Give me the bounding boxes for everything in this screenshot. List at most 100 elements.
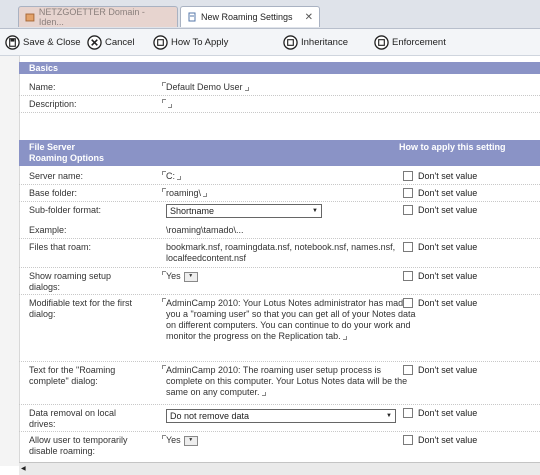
server-name-dont-set[interactable]: Don't set value [403, 171, 477, 181]
dont-set-label: Don't set value [418, 365, 478, 375]
chevron-down-icon[interactable]: ▼ [309, 205, 321, 217]
files-row: Files that roam: bookmark.nsf, roamingda… [19, 239, 540, 268]
subfolder-value: Shortname [170, 206, 215, 216]
files-dont-set[interactable]: Don't set value [403, 242, 477, 252]
dropdown-icon[interactable]: ▼ [183, 271, 198, 282]
allow-disable-row: Allow user to temporarily disable roamin… [19, 432, 540, 460]
inheritance-label: Inheritance [301, 36, 349, 48]
enforcement-button[interactable]: Enforcement [374, 33, 446, 51]
data-removal-value: Do not remove data [170, 411, 250, 421]
checkbox[interactable] [403, 365, 413, 375]
description-row: Description: [19, 96, 540, 113]
enforcement-label: Enforcement [392, 36, 446, 48]
action-toolbar: Save & Close Cancel How To Apply Inherit… [0, 29, 540, 56]
show-dialogs-dont-set[interactable]: Don't set value [403, 271, 477, 281]
subfolder-select[interactable]: Shortname ▼ [166, 204, 322, 218]
first-dialog-dont-set[interactable]: Don't set value [403, 298, 477, 308]
complete-dialog-field[interactable]: AdminCamp 2010: The roaming user setup p… [162, 365, 416, 398]
cancel-button[interactable]: Cancel [87, 33, 135, 51]
database-icon [25, 13, 35, 22]
checkbox[interactable] [403, 298, 413, 308]
field-start-marker [162, 171, 166, 175]
allow-disable-label: Allow user to temporarily disable roamin… [29, 435, 128, 456]
description-field[interactable] [162, 99, 416, 110]
field-start-marker [162, 435, 166, 439]
inheritance-button[interactable]: Inheritance [283, 33, 348, 51]
name-row: Name: Default Demo User [19, 79, 540, 96]
show-dialogs-value: Yes [166, 271, 181, 281]
section-title-line1: File Server [29, 142, 76, 152]
basics-title: Basics [29, 63, 59, 73]
tab-bar: NETZGOETTER Domain - Iden... New Roaming… [0, 0, 540, 29]
subfolder-row: Sub-folder format: Shortname ▼ Don't set… [19, 202, 540, 222]
show-dialogs-label: Show roaming setup dialogs: [29, 271, 112, 292]
checkbox[interactable] [403, 242, 413, 252]
how-to-apply-button[interactable]: How To Apply [153, 33, 228, 51]
subfolder-dont-set[interactable]: Don't set value [403, 205, 477, 215]
server-name-value: C: [166, 171, 175, 181]
scroll-left-icon[interactable]: ◀ [21, 465, 29, 473]
checkbox[interactable] [403, 435, 413, 445]
data-removal-dont-set[interactable]: Don't set value [403, 408, 477, 418]
checkbox[interactable] [403, 188, 413, 198]
field-end-marker [244, 87, 249, 91]
data-removal-select[interactable]: Do not remove data ▼ [166, 409, 396, 423]
base-folder-dont-set[interactable]: Don't set value [403, 188, 477, 198]
close-tab-icon[interactable]: ✕ [305, 12, 313, 23]
show-dialogs-row: Show roaming setup dialogs: Yes ▼ Don't s… [19, 268, 540, 295]
dont-set-label: Don't set value [418, 298, 478, 308]
tab-domain-label: NETZGOETTER Domain - Iden... [38, 7, 145, 27]
base-folder-label: Base folder: [29, 188, 78, 198]
dont-set-label: Don't set value [418, 435, 478, 445]
allow-disable-dont-set[interactable]: Don't set value [403, 435, 477, 445]
checkbox[interactable] [403, 171, 413, 181]
checkbox[interactable] [403, 408, 413, 418]
complete-dialog-dont-set[interactable]: Don't set value [403, 365, 477, 375]
first-dialog-value: AdminCamp 2010: Your Lotus Notes adminis… [166, 298, 416, 341]
name-field[interactable]: Default Demo User [162, 82, 416, 93]
example-value: \roaming\tamado\... [166, 225, 244, 235]
how-to-apply-header: How to apply this setting [399, 142, 506, 152]
complete-dialog-value: AdminCamp 2010: The roaming user setup p… [166, 365, 408, 397]
inheritance-icon [283, 34, 298, 50]
base-folder-field[interactable]: roaming\ [162, 188, 416, 199]
field-start-marker [162, 298, 166, 302]
complete-dialog-row: Text for the "Roaming complete" dialog: … [19, 362, 540, 405]
dont-set-label: Don't set value [418, 188, 478, 198]
save-icon [5, 34, 20, 50]
dont-set-label: Don't set value [418, 242, 478, 252]
first-dialog-field[interactable]: AdminCamp 2010: Your Lotus Notes adminis… [162, 298, 416, 342]
field-start-marker [162, 82, 166, 86]
data-removal-row: Data removal on local drives: Do not rem… [19, 405, 540, 432]
name-value: Default Demo User [166, 82, 243, 92]
field-start-marker [162, 271, 166, 275]
allow-disable-field[interactable]: Yes ▼ [162, 435, 416, 446]
tab-domain[interactable]: NETZGOETTER Domain - Iden... [18, 6, 178, 27]
dont-set-label: Don't set value [418, 205, 478, 215]
dont-set-label: Don't set value [418, 408, 478, 418]
chevron-down-icon[interactable]: ▼ [383, 410, 395, 422]
first-dialog-label: Modifiable text for the first dialog: [29, 298, 133, 319]
cancel-icon [87, 34, 102, 50]
example-label: Example: [29, 225, 67, 235]
horizontal-scrollbar[interactable]: ◀ [19, 462, 540, 475]
server-name-field[interactable]: C: [162, 171, 416, 182]
show-dialogs-field[interactable]: Yes ▼ [162, 271, 416, 282]
checkbox[interactable] [403, 271, 413, 281]
dropdown-icon[interactable]: ▼ [183, 435, 198, 446]
document-icon [188, 12, 196, 22]
server-name-label: Server name: [29, 171, 84, 181]
name-label: Name: [29, 82, 56, 92]
tab-new-roaming-settings-label: New Roaming Settings [201, 12, 293, 22]
field-end-marker [168, 104, 172, 108]
checkbox[interactable] [403, 205, 413, 215]
base-folder-row: Base folder: roaming\ Don't set value [19, 185, 540, 202]
tab-new-roaming-settings[interactable]: New Roaming Settings ✕ [180, 6, 320, 27]
complete-dialog-label: Text for the "Roaming complete" dialog: [29, 365, 116, 386]
files-label: Files that roam: [29, 242, 92, 252]
apply-icon [153, 34, 168, 50]
save-close-button[interactable]: Save & Close [5, 33, 81, 51]
first-dialog-row: Modifiable text for the first dialog: Ad… [19, 295, 540, 362]
dont-set-label: Don't set value [418, 271, 478, 281]
field-start-marker [162, 99, 166, 103]
